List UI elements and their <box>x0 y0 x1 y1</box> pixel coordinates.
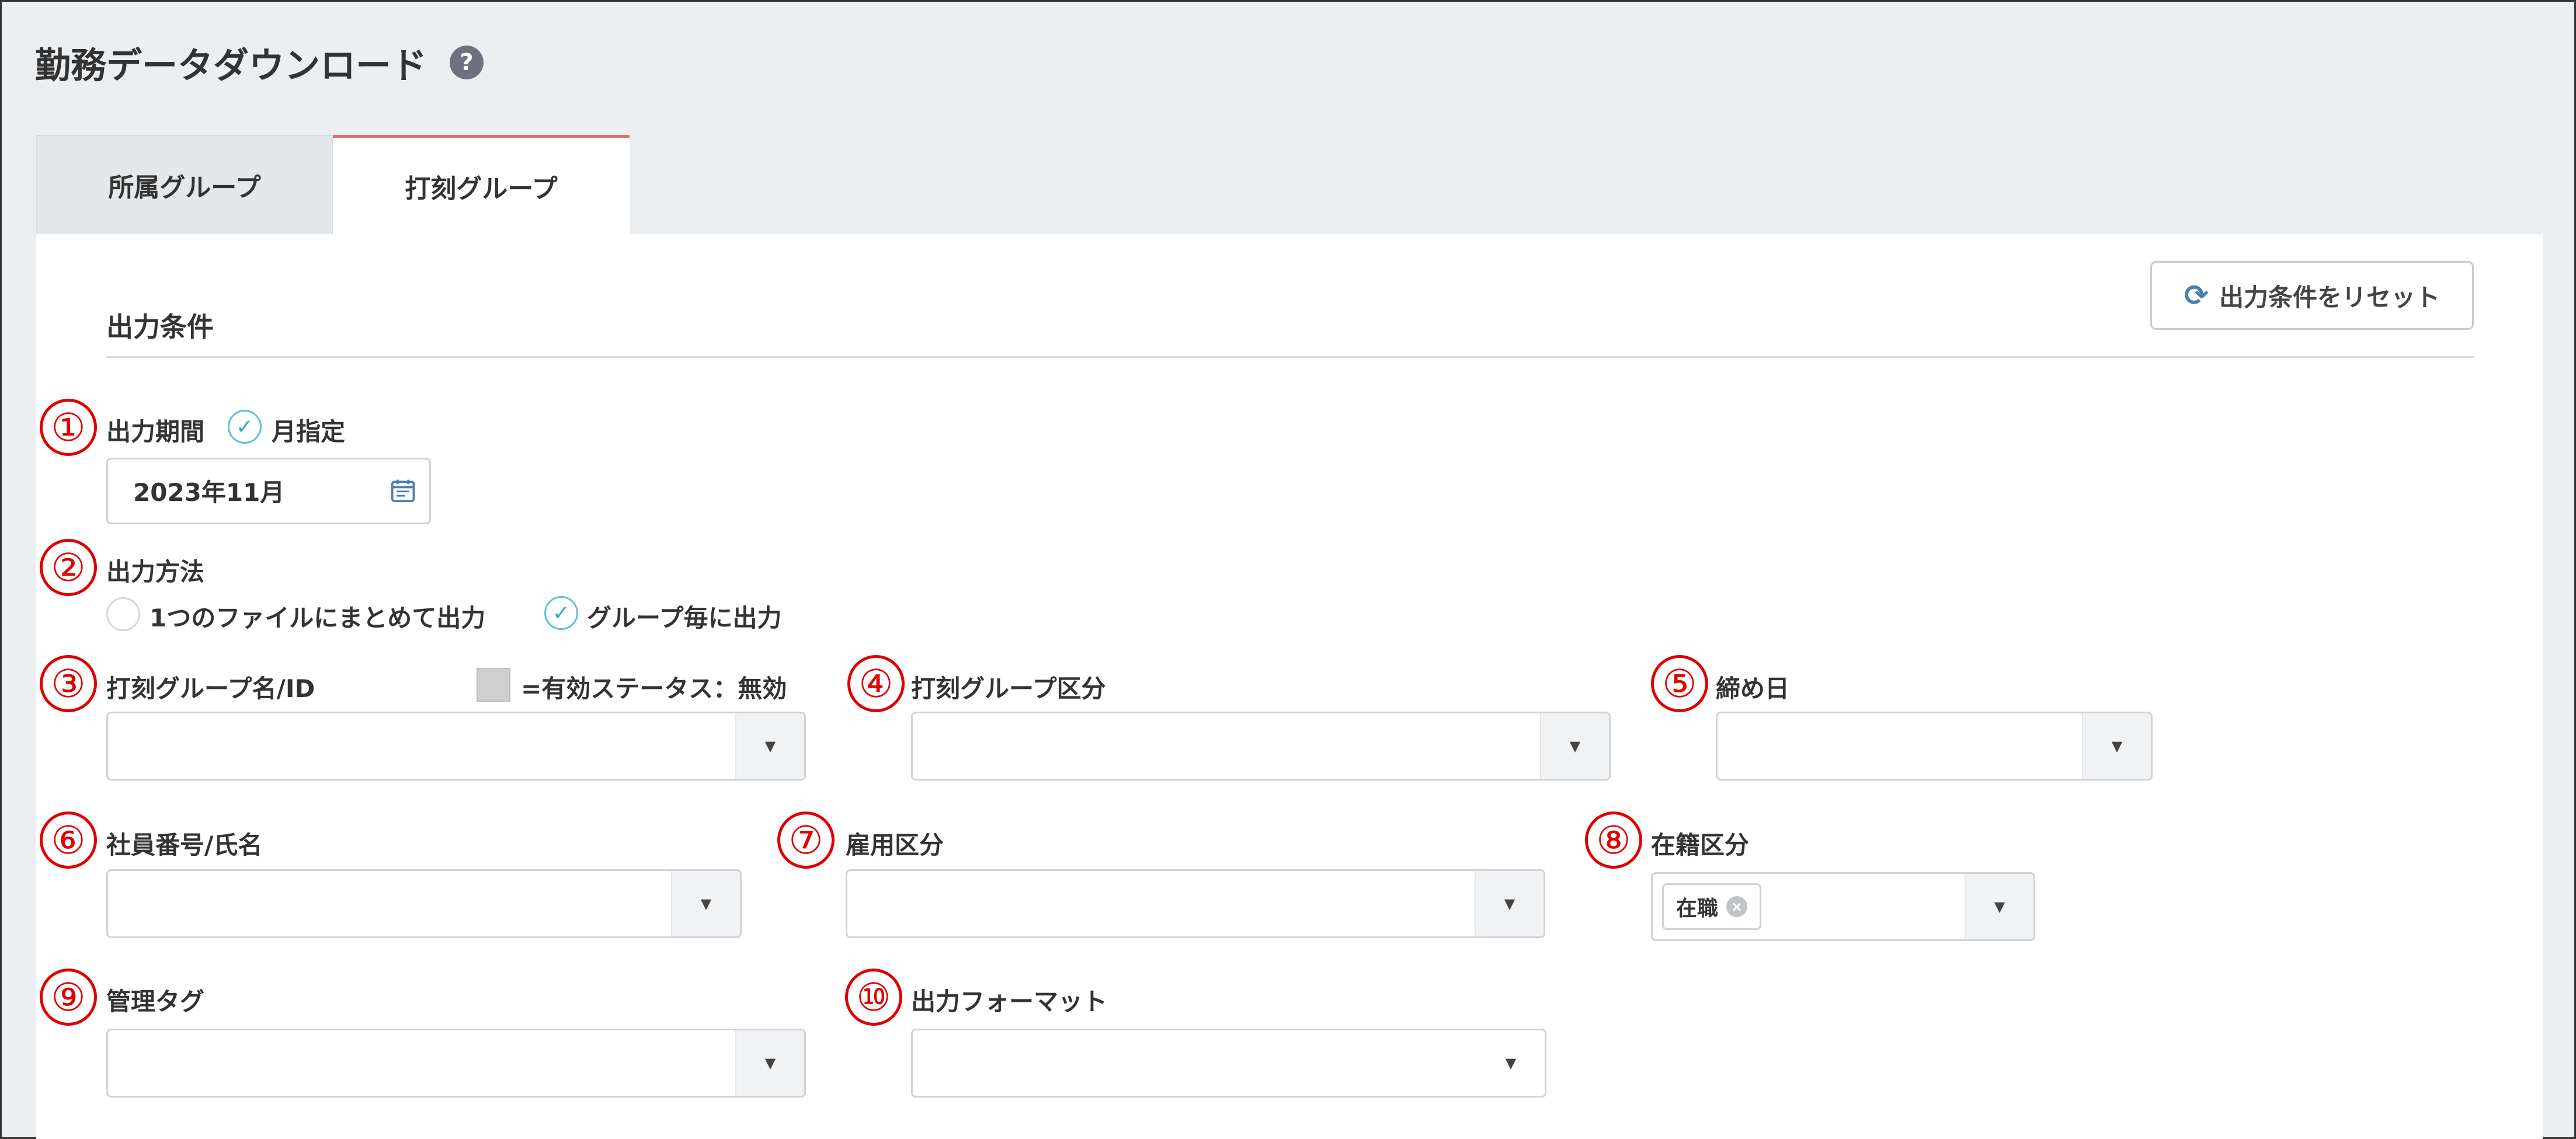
chevron-down-icon[interactable]: ▼ <box>1965 874 2033 939</box>
group-name-label: 打刻グループ名/ID <box>106 674 315 703</box>
calendar-icon[interactable] <box>390 478 416 503</box>
period-date-value: 2023年11月 <box>133 478 285 507</box>
section-title: 出力条件 <box>106 311 214 343</box>
refresh-icon: ⟳ <box>2184 278 2209 312</box>
closing-day-label: 締め日 <box>1716 674 1790 703</box>
annotation-number-8: ⑧ <box>1585 811 1642 869</box>
reset-conditions-button[interactable]: ⟳ 出力条件をリセット <box>2150 261 2474 330</box>
close-icon[interactable]: × <box>1726 896 1747 917</box>
employment-label: 雇用区分 <box>846 831 944 859</box>
closing-day-select[interactable]: ▼ <box>1716 712 2153 781</box>
annotation-number-4: ④ <box>847 655 905 712</box>
annotation-number-6: ⑥ <box>40 811 97 869</box>
chevron-down-icon[interactable]: ▼ <box>1477 1030 1545 1096</box>
group-name-select[interactable]: ▼ <box>106 712 806 781</box>
single-file-radio[interactable] <box>106 597 140 631</box>
enrollment-label: 在籍区分 <box>1651 831 1750 859</box>
format-select[interactable]: ▼ <box>911 1029 1546 1098</box>
chevron-down-icon[interactable]: ▼ <box>735 1030 804 1096</box>
month-option-label: 月指定 <box>272 417 346 446</box>
inactive-status-legend: =有効ステータス：無効 <box>521 674 787 703</box>
annotation-number-1: ① <box>40 399 97 456</box>
chevron-down-icon[interactable]: ▼ <box>2082 713 2151 779</box>
single-file-option-label: 1つのファイルにまとめて出力 <box>150 604 486 632</box>
period-label: 出力期間 <box>106 417 205 446</box>
employee-label: 社員番号/氏名 <box>106 831 263 859</box>
month-check-icon[interactable]: ✓ <box>228 410 262 444</box>
per-group-check-icon[interactable]: ✓ <box>544 596 578 630</box>
reset-button-label: 出力条件をリセット <box>2219 283 2440 312</box>
page-title: 勤務データダウンロード <box>35 45 427 86</box>
inactive-status-swatch <box>477 668 510 702</box>
annotation-number-7: ⑦ <box>777 811 835 869</box>
help-icon[interactable]: ? <box>450 46 484 79</box>
chevron-down-icon[interactable]: ▼ <box>671 871 740 936</box>
chevron-down-icon[interactable]: ▼ <box>1475 871 1543 936</box>
format-label: 出力フォーマット <box>911 987 1108 1016</box>
annotation-number-3: ③ <box>40 655 97 712</box>
group-type-label: 打刻グループ区分 <box>911 674 1106 703</box>
annotation-number-5: ⑤ <box>1651 655 1708 712</box>
tab-stamp-group[interactable]: 打刻グループ <box>333 135 630 234</box>
section-divider <box>106 356 2474 358</box>
chevron-down-icon[interactable]: ▼ <box>1540 713 1609 779</box>
chevron-down-icon[interactable]: ▼ <box>735 713 804 779</box>
annotation-number-9: ⑨ <box>40 969 97 1026</box>
enrollment-tag: 在職 × <box>1662 883 1761 930</box>
employee-select[interactable]: ▼ <box>106 869 742 938</box>
annotation-number-2: ② <box>40 539 97 596</box>
group-type-select[interactable]: ▼ <box>911 712 1611 781</box>
tag-select[interactable]: ▼ <box>106 1029 806 1098</box>
employment-select[interactable]: ▼ <box>846 869 1545 938</box>
tag-label: 管理タグ <box>106 987 205 1016</box>
tab-affiliation-group[interactable]: 所属グループ <box>36 135 333 234</box>
per-group-option-label: グループ毎に出力 <box>587 604 782 632</box>
enrollment-tag-label: 在職 <box>1675 897 1718 921</box>
method-label: 出力方法 <box>106 558 205 586</box>
annotation-number-10: ⑩ <box>845 969 902 1026</box>
conditions-panel <box>36 234 2543 1139</box>
